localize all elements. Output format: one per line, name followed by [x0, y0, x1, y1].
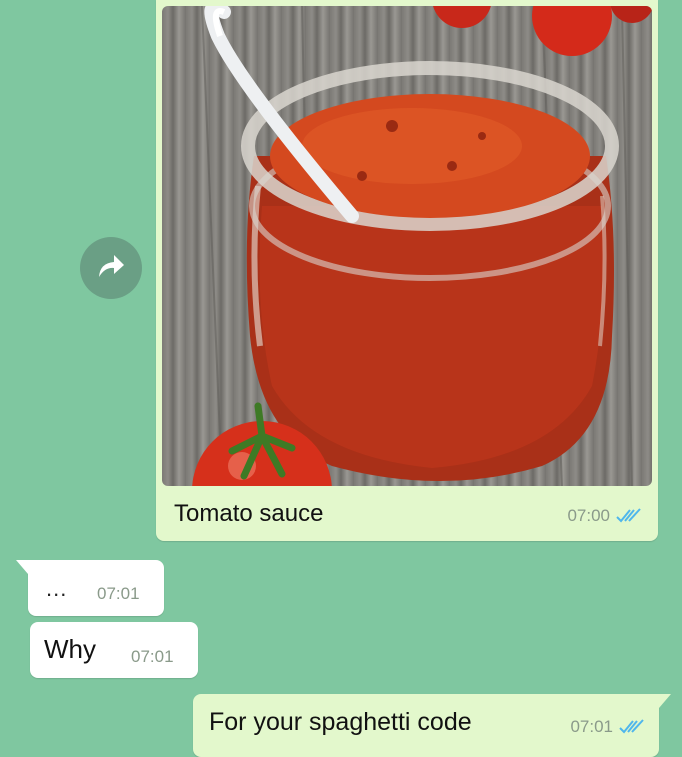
forward-button[interactable]	[80, 237, 142, 299]
message-timestamp: 07:01	[570, 717, 613, 736]
image-caption: Tomato sauce	[174, 500, 324, 527]
message-text: For your spaghetti code	[209, 708, 472, 736]
message-text: Why	[44, 634, 96, 664]
double-check-read-icon	[616, 508, 642, 524]
incoming-message[interactable]: Why 07:01	[30, 622, 198, 678]
message-timestamp: 07:01	[97, 584, 140, 603]
outgoing-message[interactable]: For your spaghetti code 07:01	[193, 694, 671, 757]
forward-arrow-icon	[96, 253, 126, 284]
message-text: ...	[46, 576, 68, 601]
background-tomato	[433, 6, 491, 28]
image-message-bubble[interactable]: Tomato sauce 07:00	[156, 0, 658, 541]
double-check-read-icon	[619, 719, 645, 735]
message-timestamp: 07:00	[567, 506, 610, 525]
tomato-sauce-photo[interactable]	[162, 6, 652, 486]
photo-illustration	[192, 6, 652, 486]
incoming-message[interactable]: ... 07:01	[16, 560, 164, 616]
message-timestamp: 07:01	[131, 647, 174, 666]
background-tomato	[610, 6, 652, 23]
